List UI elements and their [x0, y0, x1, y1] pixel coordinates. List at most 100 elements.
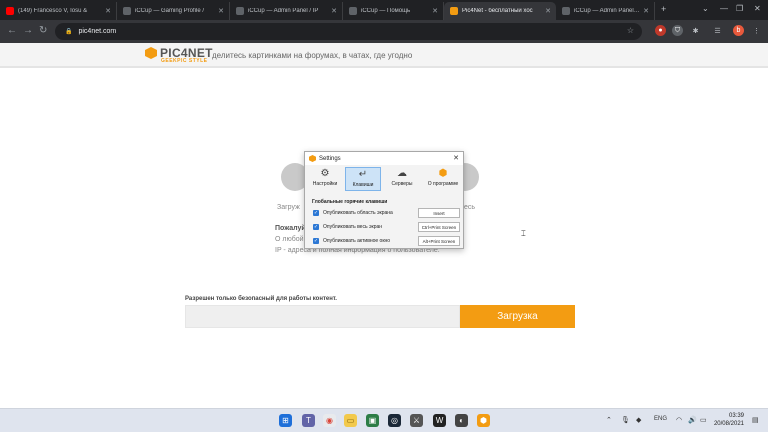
close-icon[interactable]: ✕	[543, 7, 553, 15]
checkbox[interactable]: ✓	[313, 238, 319, 244]
hotkey-label: Опубликовать активное окно	[323, 238, 391, 244]
maximize-icon[interactable]: ❐	[736, 4, 743, 13]
lock-icon[interactable]: 🔒	[65, 28, 72, 35]
hotkey-field[interactable]: Insert	[418, 208, 460, 218]
checkbox[interactable]: ✓	[313, 224, 319, 230]
taskbar: ⊞ T ◉ ▭ ▣ ◎ ⚔ W ◐ ⬢ ⌃ 🎙 ◆ ENG ◠ 🔊 ▭ 03:3…	[0, 408, 768, 432]
reading-list-icon[interactable]: ☰	[712, 25, 723, 36]
mic-icon[interactable]: 🎙	[621, 416, 630, 424]
bookmark-star-icon[interactable]: ☆	[627, 26, 634, 35]
app-icon[interactable]: ◐	[455, 414, 468, 427]
tab-settings[interactable]: ⚙ Настройки	[307, 167, 343, 191]
forward-icon[interactable]: →	[23, 25, 33, 36]
dialog-close-icon[interactable]: ✕	[453, 154, 459, 162]
tab-label: О программе	[427, 181, 459, 187]
pic4net-icon	[309, 155, 316, 162]
tab-iccup-help[interactable]: iCCup — Помощь ✕	[343, 2, 444, 20]
iccup-icon	[562, 7, 570, 15]
tab-title: iCCup — Gaming Profile /	[135, 8, 205, 14]
extensions-puzzle-icon[interactable]: ✱	[690, 25, 701, 36]
file-explorer-icon[interactable]: ▭	[344, 414, 357, 427]
tab-label: Серверы	[391, 181, 413, 187]
windows-start-icon[interactable]: ⊞	[279, 414, 292, 427]
avatar[interactable]: b	[733, 25, 744, 36]
tab-search-icon[interactable]: ⌄	[702, 4, 709, 13]
tab-title: (149) Francesco V, Iosu &	[18, 8, 88, 14]
upload-button[interactable]: Загрузка	[460, 305, 575, 328]
hotkey-label: Опубликовать область экрана	[323, 210, 393, 216]
close-icon[interactable]: ✕	[329, 7, 339, 15]
minimize-icon[interactable]: —	[720, 4, 728, 13]
shield-icon[interactable]: ⛉	[672, 25, 683, 36]
tab-about[interactable]: ⬢ О программе	[425, 167, 461, 191]
tab-servers[interactable]: ☁ Серверы	[384, 167, 420, 191]
language-indicator[interactable]: ENG	[654, 416, 667, 422]
app-tray-icon[interactable]: ◆	[636, 416, 641, 424]
steam-icon[interactable]: ◎	[388, 414, 401, 427]
tab-title: Pic4Net - бесплатный хос	[462, 8, 533, 14]
dialog-title: Settings	[319, 155, 341, 162]
iccup-icon	[349, 7, 357, 15]
close-icon[interactable]: ✕	[103, 7, 113, 15]
app-icon[interactable]: ⚔	[410, 414, 423, 427]
tab-title: iCCup — Admin Panel / IP	[574, 8, 641, 14]
url-text: pic4net.com	[78, 28, 117, 35]
address-bar[interactable]: 🔒 pic4net.com ☆	[55, 23, 642, 40]
teams-icon[interactable]: T	[302, 414, 315, 427]
clock-time: 03:39	[728, 413, 744, 419]
mouse-cursor-icon: ⌶	[521, 229, 526, 238]
close-window-icon[interactable]: ✕	[754, 4, 761, 13]
tab-hotkeys[interactable]: ↵ Клавиши	[345, 167, 381, 191]
cloud-upload-icon: ☁	[397, 168, 407, 179]
hotkey-field[interactable]: Ctrl+Print Screen	[418, 222, 460, 232]
back-icon[interactable]: ←	[7, 25, 17, 36]
chrome-icon[interactable]: ◉	[323, 414, 336, 427]
notifications-icon[interactable]: ▤	[752, 416, 759, 424]
tab-iccup-admin-2[interactable]: iCCup — Admin Panel / IP ✕	[556, 2, 655, 20]
hotkey-row: ✓ Опубликовать область экрана Insert	[313, 208, 461, 218]
logo-subtitle: GEEKPIC STYLE	[161, 58, 208, 64]
wifi-icon[interactable]: ◠	[676, 416, 682, 424]
site-header: PIC4NET GEEKPIC STYLE делитесь картинкам…	[0, 43, 768, 68]
tab-title: iCCup — Admin Panel / IP	[248, 8, 319, 14]
checkbox[interactable]: ✓	[313, 210, 319, 216]
pic4net-icon	[450, 7, 458, 15]
keyboard-icon: ↵	[358, 169, 368, 180]
tab-youtube[interactable]: (149) Francesco V, Iosu & ✕	[0, 2, 117, 20]
hotkey-row: ✓ Опубликовать активное окно Alt+Print S…	[313, 236, 461, 246]
volume-icon[interactable]: 🔊	[688, 416, 697, 424]
close-icon[interactable]: ✕	[641, 7, 651, 15]
clock-date: 20/08/2021	[713, 421, 744, 427]
settings-dialog: Settings ✕ ⚙ Настройки ↵ Клавиши ☁ Серве…	[304, 151, 464, 249]
close-icon[interactable]: ✕	[216, 7, 226, 15]
tab-iccup-admin[interactable]: iCCup — Admin Panel / IP ✕	[230, 2, 343, 20]
pic4net-logo-icon	[145, 47, 157, 59]
tab-iccup-profile[interactable]: iCCup — Gaming Profile / ✕	[117, 2, 230, 20]
app-icon[interactable]: ▣	[366, 414, 379, 427]
tab-label: Клавиши	[352, 182, 374, 188]
dialog-titlebar: Settings ✕	[305, 152, 463, 165]
pic4net-icon[interactable]: ⬢	[477, 414, 490, 427]
menu-kebab-icon[interactable]: ⋮	[751, 25, 762, 36]
hotkey-field[interactable]: Alt+Print Screen	[418, 236, 460, 246]
new-tab-button[interactable]: +	[661, 4, 666, 14]
pic4net-icon: ⬢	[438, 168, 448, 179]
close-icon[interactable]: ✕	[430, 7, 440, 15]
feature-label-share: есь	[464, 204, 476, 211]
clock[interactable]: 03:39 20/08/2021	[700, 412, 744, 428]
tray-chevron-icon[interactable]: ⌃	[606, 416, 612, 424]
upload-file-field[interactable]	[185, 305, 460, 328]
hotkeys-section-title: Глобальные горячие клавиши	[312, 199, 388, 205]
gear-icon: ⚙	[320, 168, 330, 179]
tab-title: iCCup — Помощь	[361, 8, 411, 14]
iccup-icon	[123, 7, 131, 15]
reload-icon[interactable]: ↻	[39, 25, 47, 36]
extension-icon[interactable]: ●	[655, 25, 666, 36]
warcraft-icon[interactable]: W	[433, 414, 446, 427]
info-heading: Пожалуй	[275, 225, 306, 232]
youtube-icon	[6, 7, 14, 15]
tab-label: Настройки	[312, 181, 338, 187]
dialog-tabs: ⚙ Настройки ↵ Клавиши ☁ Серверы ⬢ О прог…	[305, 166, 463, 192]
hotkey-row: ✓ Опубликовать весь экран Ctrl+Print Scr…	[313, 222, 461, 232]
tab-pic4net[interactable]: Pic4Net - бесплатный хос ✕	[444, 2, 556, 20]
